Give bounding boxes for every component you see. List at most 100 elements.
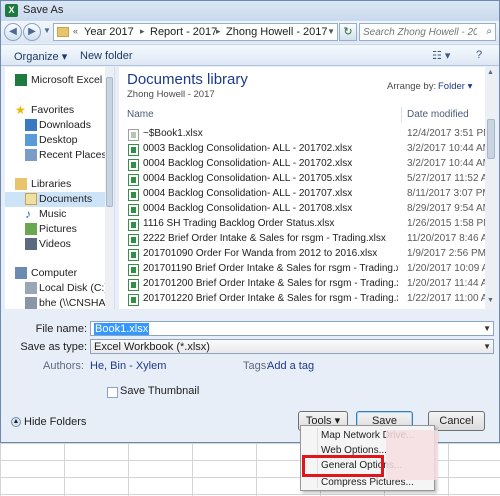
breadcrumb-report[interactable]: Report - 2017 <box>150 26 217 38</box>
excel-file-icon <box>128 249 139 261</box>
address-dropdown-icon[interactable]: ▼ <box>327 27 335 36</box>
file-row[interactable]: 0004 Backlog Consolidation- ALL - 201702… <box>119 158 491 172</box>
column-header-date[interactable]: Date modified <box>407 109 469 120</box>
save-as-type-dropdown-icon[interactable]: ▼ <box>483 342 491 351</box>
file-name: 1116 SH Trading Backlog Order Status.xls… <box>143 218 335 229</box>
tags-input[interactable]: Add a tag <box>267 360 314 372</box>
search-icon[interactable]: ⌕ <box>486 26 492 37</box>
file-date: 11/20/2017 8:46 AM <box>407 233 496 244</box>
file-list-scrollbar[interactable]: ▲ ▼ <box>485 67 497 309</box>
column-header-name[interactable]: Name <box>127 109 154 120</box>
save-as-type-select[interactable]: Excel Workbook (*.xlsx) ▼ <box>90 339 494 354</box>
disk-icon <box>25 282 37 294</box>
back-arrow-icon[interactable]: ◀ <box>4 23 22 41</box>
address-row: ◀ ▶ ▼ « Year 2017 ▸ Report - 2017 ▸ Zhon… <box>1 21 499 43</box>
nav-item-desktop[interactable]: Desktop <box>5 133 113 148</box>
file-date: 1/20/2017 10:09 AM <box>407 263 497 274</box>
file-row[interactable]: 201701200 Brief Order Intake & Sales for… <box>119 278 496 292</box>
breadcrumb-current-folder[interactable]: Zhong Howell - 2017 <box>226 26 328 38</box>
address-bar[interactable]: « Year 2017 ▸ Report - 2017 ▸ Zhong Howe… <box>53 23 338 41</box>
history-dropdown-icon[interactable]: ▼ <box>43 26 51 35</box>
refresh-icon[interactable]: ↻ <box>339 23 357 41</box>
save-thumbnail-checkbox[interactable] <box>107 387 118 398</box>
search-box[interactable]: ⌕ <box>359 23 496 41</box>
excel-file-icon <box>128 189 139 201</box>
arrange-by-label: Arrange by: <box>387 81 437 92</box>
nav-item-downloads[interactable]: Downloads <box>5 118 113 133</box>
forward-arrow-icon[interactable]: ▶ <box>23 23 41 41</box>
file-date: 3/2/2017 10:44 AM <box>407 143 491 154</box>
recent-places-icon <box>25 149 37 161</box>
file-row[interactable]: 201701220 Brief Order Intake & Sales for… <box>119 293 496 307</box>
file-row[interactable]: 201701090 Order For Wanda from 2012 to 2… <box>119 248 486 262</box>
computer-icon <box>15 267 27 279</box>
file-name: 201701220 Brief Order Intake & Sales for… <box>143 293 398 304</box>
excel-file-icon <box>128 234 139 246</box>
general-options-highlight <box>302 455 384 477</box>
excel-file-icon <box>128 204 139 216</box>
file-date: 1/26/2015 1:58 PM <box>407 218 492 229</box>
navigation-scroll-thumb[interactable] <box>106 77 113 207</box>
nav-item-network-drive[interactable]: bhe (\\CNSHAIF <box>5 296 114 309</box>
authors-value[interactable]: He, Bin - Xylem <box>90 360 166 372</box>
file-row[interactable]: 2222 Brief Order Intake & Sales for rsgm… <box>119 233 496 247</box>
nav-item-microsoft-excel[interactable]: Microsoft Excel <box>5 73 113 88</box>
file-name: 201701190 Brief Order Intake & Sales for… <box>143 263 398 274</box>
file-row[interactable]: ~$Book1.xlsx 12/4/2017 3:51 PM <box>119 128 492 142</box>
nav-item-local-disk[interactable]: Local Disk (C:) <box>5 281 113 296</box>
file-name-dropdown-icon[interactable]: ▼ <box>483 324 491 333</box>
file-row[interactable]: 0003 Backlog Consolidation- ALL - 201702… <box>119 143 491 157</box>
file-name: 0004 Backlog Consolidation- ALL - 201707… <box>143 188 353 199</box>
file-list-scroll-thumb[interactable] <box>487 119 495 159</box>
nav-item-recent-places[interactable]: Recent Places <box>5 148 113 163</box>
breadcrumb-separator-icon[interactable]: ▸ <box>216 26 221 37</box>
file-name: 0004 Backlog Consolidation- ALL - 201708… <box>143 203 353 214</box>
column-separator[interactable] <box>401 107 402 123</box>
save-as-dialog: X Save As ◀ ▶ ▼ « Year 2017 ▸ Report - 2… <box>0 0 500 443</box>
documents-icon <box>25 193 37 205</box>
nav-item-libraries[interactable]: Libraries <box>5 177 113 192</box>
search-input[interactable] <box>363 25 477 39</box>
cancel-button[interactable]: Cancel <box>428 411 485 431</box>
navigation-scrollbar[interactable] <box>105 67 114 309</box>
help-icon[interactable]: ? <box>476 49 482 61</box>
title-bar: X Save As <box>1 1 499 21</box>
desktop-icon <box>25 134 37 146</box>
new-folder-button[interactable]: New folder <box>80 50 133 62</box>
file-row[interactable]: 201701190 Brief Order Intake & Sales for… <box>119 263 497 277</box>
breadcrumb-year[interactable]: Year 2017 <box>84 26 134 38</box>
hide-folders-button[interactable]: ▲ Hide Folders <box>11 416 86 428</box>
nav-item-music[interactable]: ♪ Music <box>5 207 113 222</box>
view-options-icon[interactable]: ☷ ▾ <box>432 49 450 62</box>
file-date: 1/9/2017 2:56 PM <box>407 248 486 259</box>
save-thumbnail-label[interactable]: Save Thumbnail <box>120 385 199 397</box>
excel-file-icon <box>128 219 139 231</box>
file-date: 3/2/2017 10:44 AM <box>407 158 491 169</box>
nav-item-favorites[interactable]: ★ Favorites <box>5 103 113 118</box>
file-row[interactable]: 0004 Backlog Consolidation- ALL - 201708… <box>119 203 491 217</box>
nav-item-documents[interactable]: Documents <box>5 192 113 207</box>
file-name-input[interactable]: Book1.xlsx ▼ <box>90 321 494 336</box>
file-row[interactable]: 1116 SH Trading Backlog Order Status.xls… <box>119 218 492 232</box>
nav-item-computer[interactable]: Computer <box>5 266 113 281</box>
breadcrumb-separator-icon[interactable]: ▸ <box>140 26 145 37</box>
file-name: 0003 Backlog Consolidation- ALL - 201702… <box>143 143 353 154</box>
scroll-up-icon[interactable]: ▲ <box>487 69 494 76</box>
file-name-label: File name: <box>35 323 87 335</box>
organize-button[interactable]: Organize ▾ <box>14 50 67 63</box>
excel-file-icon <box>128 279 139 291</box>
network-drive-icon <box>25 297 37 309</box>
library-title: Documents library <box>127 71 248 88</box>
breadcrumb-separator-icon[interactable]: « <box>73 26 78 36</box>
file-row[interactable]: 0004 Backlog Consolidation- ALL - 201707… <box>119 188 491 202</box>
command-bar: Organize ▾ New folder ☷ ▾ ? <box>1 44 499 66</box>
scroll-down-icon[interactable]: ▼ <box>487 297 494 304</box>
file-name: 201701200 Brief Order Intake & Sales for… <box>143 278 398 289</box>
file-name-value[interactable]: Book1.xlsx <box>94 323 150 335</box>
nav-item-pictures[interactable]: Pictures <box>5 222 113 237</box>
music-icon: ♪ <box>25 207 31 221</box>
window-title: Save As <box>23 4 64 16</box>
nav-item-videos[interactable]: Videos <box>5 237 113 252</box>
file-row[interactable]: 0004 Backlog Consolidation- ALL - 201705… <box>119 173 496 187</box>
arrange-by-dropdown[interactable]: Folder ▾ <box>438 81 472 92</box>
